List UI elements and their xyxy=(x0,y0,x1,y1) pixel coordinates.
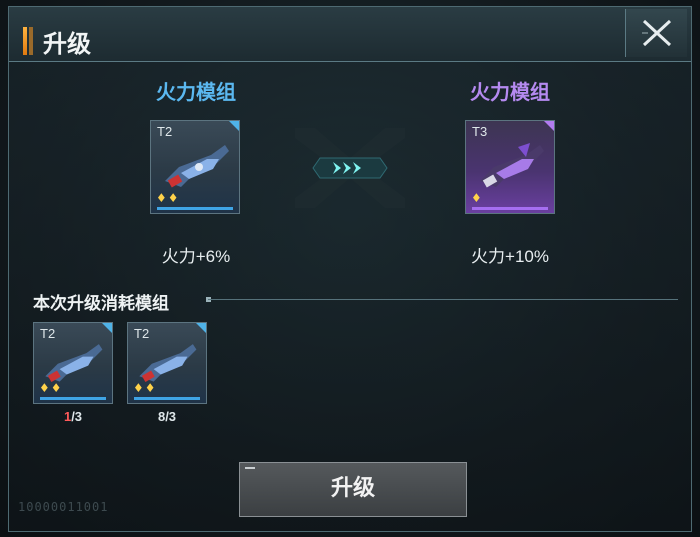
card-corner xyxy=(196,323,206,333)
panel-title: 升级 xyxy=(43,30,91,58)
upgrade-arrow-icon xyxy=(295,128,405,208)
rarity-stars: ♦♦ xyxy=(156,191,180,205)
header-accent-secondary xyxy=(29,27,33,55)
next-module-name: 火力模组 xyxy=(470,80,550,104)
rifle-icon xyxy=(139,344,197,383)
consume-section-label: 本次升级消耗模组 xyxy=(33,294,169,314)
decorative-code: 10000011001 xyxy=(18,500,109,514)
current-module-name: 火力模组 xyxy=(156,80,236,104)
panel-header: 升级 xyxy=(9,7,691,62)
required-count: /3 xyxy=(71,409,83,424)
rarity-bar xyxy=(134,397,200,400)
close-button[interactable] xyxy=(625,9,687,57)
next-stat: 火力+10% xyxy=(471,247,549,266)
rarity-bar xyxy=(40,397,106,400)
current-stat: 火力+6% xyxy=(161,247,231,266)
rifle-icon xyxy=(165,145,229,188)
consume-count: 8/3 xyxy=(127,409,207,424)
consume-module-card[interactable]: T2 ♦♦ xyxy=(127,322,207,404)
consume-module-card[interactable]: T2 ♦♦ xyxy=(33,322,113,404)
rifle-icon xyxy=(480,143,544,188)
rarity-bar xyxy=(157,207,233,210)
close-icon xyxy=(642,19,672,47)
rarity-stars: ♦ xyxy=(471,191,483,205)
card-corner xyxy=(102,323,112,333)
card-corner xyxy=(229,121,239,131)
rarity-stars: ♦♦ xyxy=(133,381,157,395)
required-count: /3 xyxy=(165,409,177,424)
rifle-icon xyxy=(45,344,103,383)
card-corner xyxy=(544,121,554,131)
consume-count: 1/3 xyxy=(33,409,113,424)
rarity-stars: ♦♦ xyxy=(39,381,63,395)
header-accent xyxy=(23,27,27,55)
upgrade-button[interactable]: 升级 xyxy=(239,462,467,517)
current-module-card[interactable]: T2 ♦♦ xyxy=(150,120,240,214)
next-module-card[interactable]: T3 ♦ xyxy=(465,120,555,214)
section-divider xyxy=(208,299,678,300)
rarity-bar xyxy=(472,207,548,210)
